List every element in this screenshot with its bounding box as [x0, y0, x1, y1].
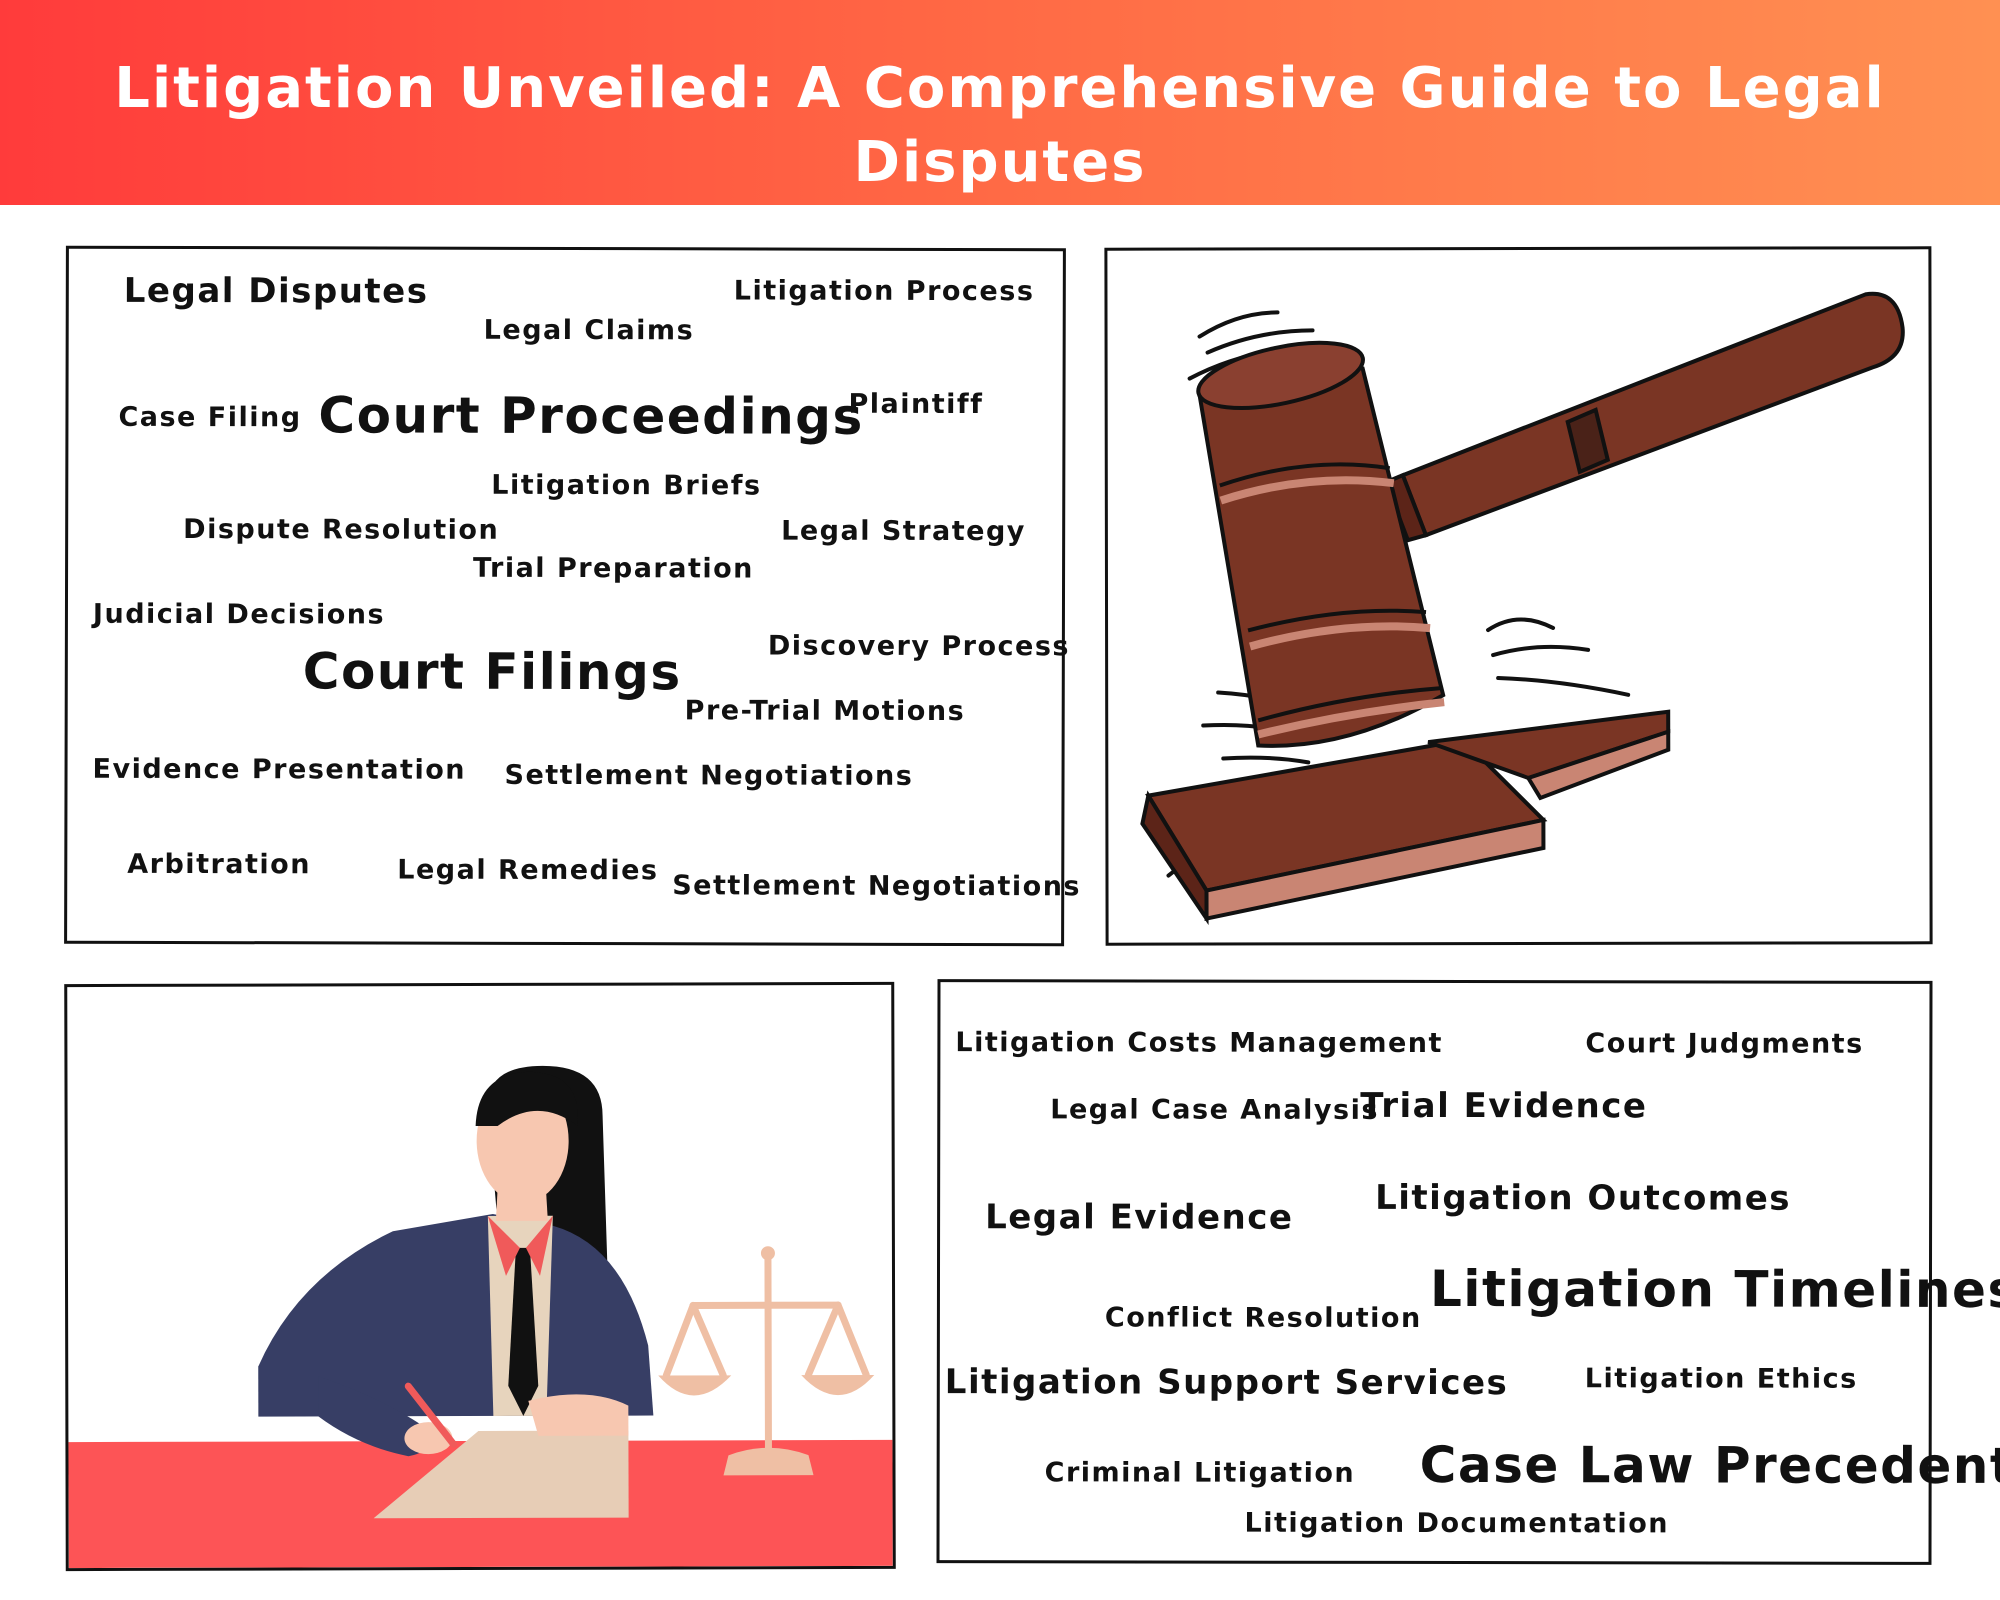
keyword: Legal Disputes	[123, 270, 429, 312]
keyword: Conflict Resolution	[1104, 1302, 1422, 1334]
keyword: Court Judgments	[1585, 1028, 1864, 1060]
keyword: Dispute Resolution	[183, 514, 500, 546]
keyword: Criminal Litigation	[1044, 1457, 1356, 1489]
keyword: Case Law Precedents	[1419, 1435, 2000, 1496]
keyword: Settlement Negotiations	[672, 870, 1082, 903]
lawyer-illustration	[68, 1065, 893, 1569]
keyword: Court Filings	[302, 642, 682, 702]
keyword: Judicial Decisions	[92, 598, 386, 631]
keyword: Settlement Negotiations	[504, 759, 914, 792]
keyword: Trial Preparation	[473, 552, 754, 585]
page-title: Litigation Unveiled: A Comprehensive Gui…	[114, 56, 1886, 195]
word-cloud-panel-top: Legal Disputes Legal Claims Litigation P…	[64, 245, 1081, 947]
keyword: Legal Remedies	[397, 854, 659, 887]
keyword: Litigation Briefs	[491, 469, 762, 502]
gavel-illustration	[1140, 291, 1905, 926]
keyword: Plaintiff	[848, 388, 984, 421]
keyword: Pre-Trial Motions	[684, 695, 966, 728]
word-cloud-panel-bottom: Litigation Costs Management Court Judgme…	[936, 979, 2000, 1565]
title-banner: Litigation Unveiled: A Comprehensive Gui…	[0, 0, 2000, 205]
keyword: Case Filing	[118, 401, 302, 434]
keyword: Litigation Process	[733, 275, 1035, 308]
keyword: Legal Claims	[483, 314, 695, 347]
keyword: Litigation Documentation	[1244, 1507, 1670, 1540]
keyword: Legal Case Analysis	[1050, 1094, 1379, 1126]
gavel-illustration-panel	[1104, 246, 1933, 946]
keyword: Discovery Process	[767, 630, 1071, 663]
keyword: Evidence Presentation	[92, 753, 467, 786]
keyword: Litigation Ethics	[1584, 1363, 1858, 1395]
keyword: Litigation Outcomes	[1375, 1177, 1792, 1219]
keyword: Arbitration	[127, 848, 312, 881]
keyword: Litigation Costs Management	[955, 1027, 1443, 1060]
keyword: Legal Strategy	[781, 515, 1026, 548]
keyword: Legal Evidence	[985, 1197, 1294, 1238]
lawyer-illustration-panel	[64, 981, 896, 1572]
keyword: Trial Evidence	[1360, 1085, 1648, 1127]
keyword: Court Proceedings	[318, 386, 864, 446]
keyword: Litigation Timelines	[1429, 1259, 2000, 1320]
keyword: Litigation Support Services	[944, 1362, 1509, 1404]
